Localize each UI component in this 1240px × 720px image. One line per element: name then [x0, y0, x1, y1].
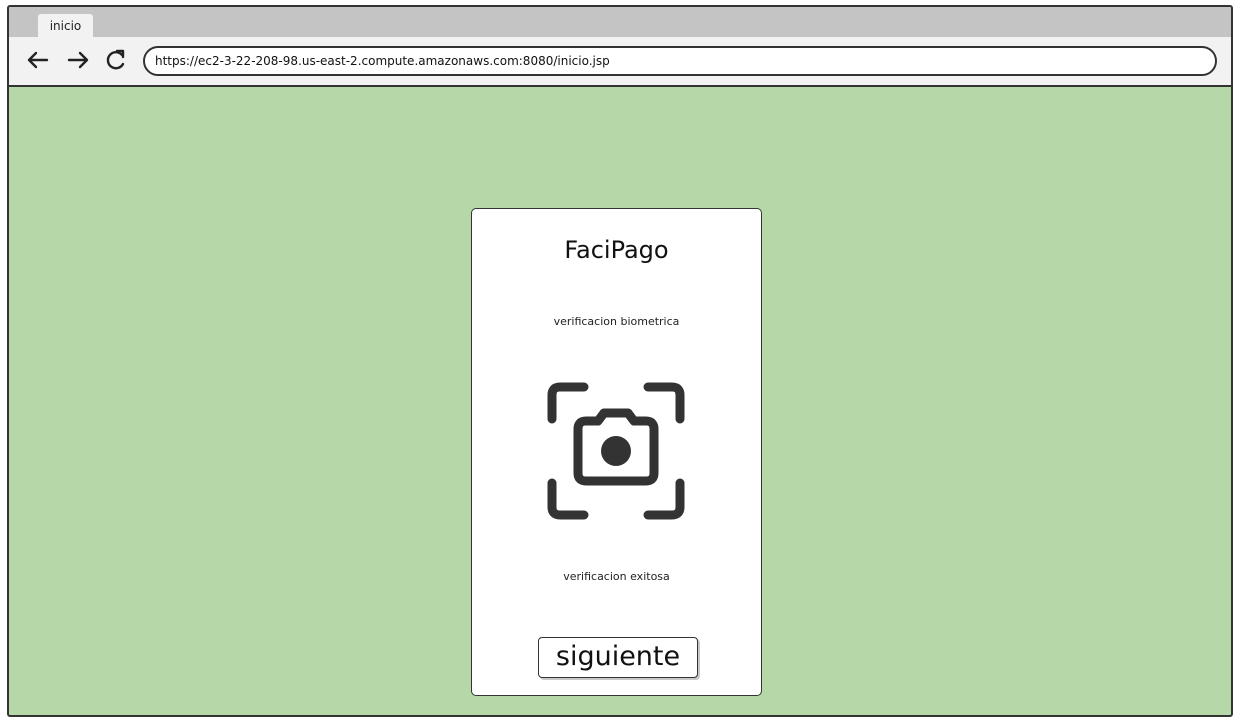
app-title: FaciPago: [564, 236, 669, 264]
next-button[interactable]: siguiente: [538, 637, 698, 678]
url-bar[interactable]: https://ec2-3-22-208-98.us-east-2.comput…: [143, 46, 1217, 76]
browser-window: inicio https://ec2-3-22-208-98.us-east-2…: [7, 5, 1233, 717]
browser-toolbar: https://ec2-3-22-208-98.us-east-2.comput…: [9, 37, 1231, 87]
forward-button[interactable]: [65, 47, 91, 73]
arrow-right-icon: [67, 51, 89, 69]
reload-button[interactable]: [103, 47, 129, 73]
verification-status: verificacion exitosa: [563, 570, 670, 583]
reload-icon: [106, 49, 125, 70]
verification-subtitle: verificacion biometrica: [553, 315, 680, 328]
verification-card: FaciPago verificacion biometrica verific…: [471, 208, 762, 696]
arrow-left-icon: [27, 51, 49, 69]
tab-inicio[interactable]: inicio: [38, 14, 93, 37]
page-content: FaciPago verificacion biometrica verific…: [9, 87, 1231, 715]
tab-strip: inicio: [9, 7, 1231, 37]
camera-scan-icon: [546, 381, 686, 521]
back-button[interactable]: [25, 47, 51, 73]
